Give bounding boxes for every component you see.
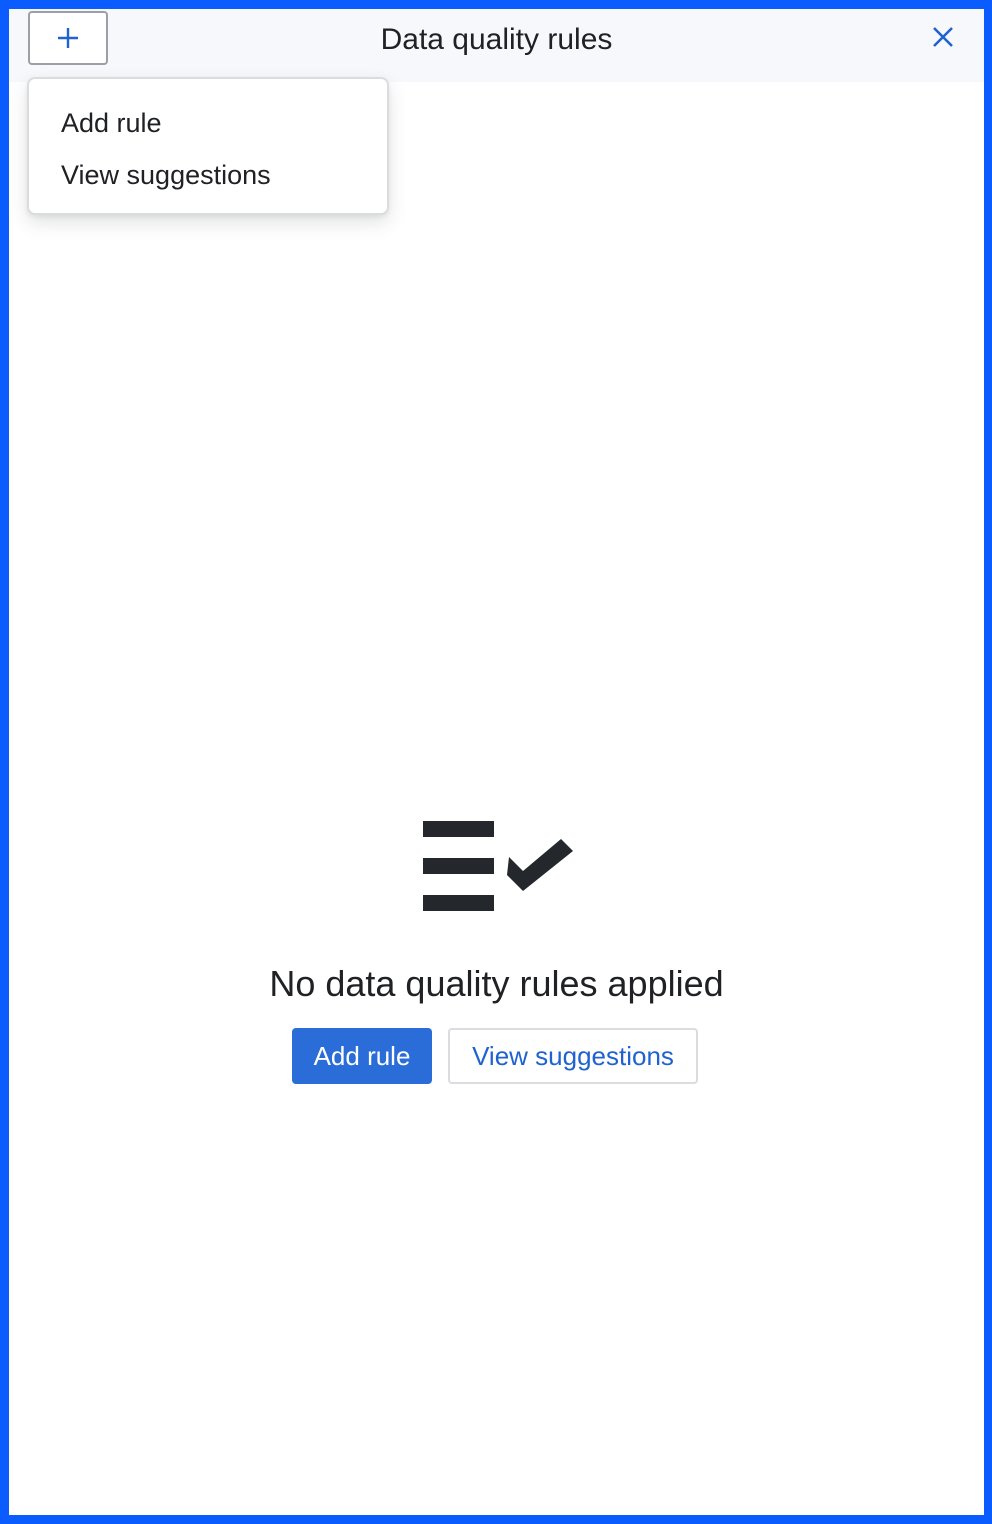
panel-header: Data quality rules — [9, 9, 984, 82]
panel-title: Data quality rules — [380, 23, 613, 56]
menu-item-add-rule[interactable]: Add rule — [29, 97, 387, 149]
empty-state-message: No data quality rules applied — [269, 963, 724, 1004]
menu-item-view-suggestions[interactable]: View suggestions — [29, 149, 387, 201]
view-suggestions-button[interactable]: View suggestions — [448, 1028, 698, 1084]
checklist-icon — [423, 821, 573, 911]
add-menu-dropdown: Add rule View suggestions — [27, 77, 389, 215]
panel-frame: Data quality rules Add rule View suggest… — [0, 0, 992, 1524]
add-menu-button[interactable] — [28, 11, 108, 65]
plus-icon — [58, 28, 78, 48]
close-icon — [933, 27, 953, 47]
close-button[interactable] — [926, 20, 960, 54]
add-rule-button[interactable]: Add rule — [292, 1028, 432, 1084]
